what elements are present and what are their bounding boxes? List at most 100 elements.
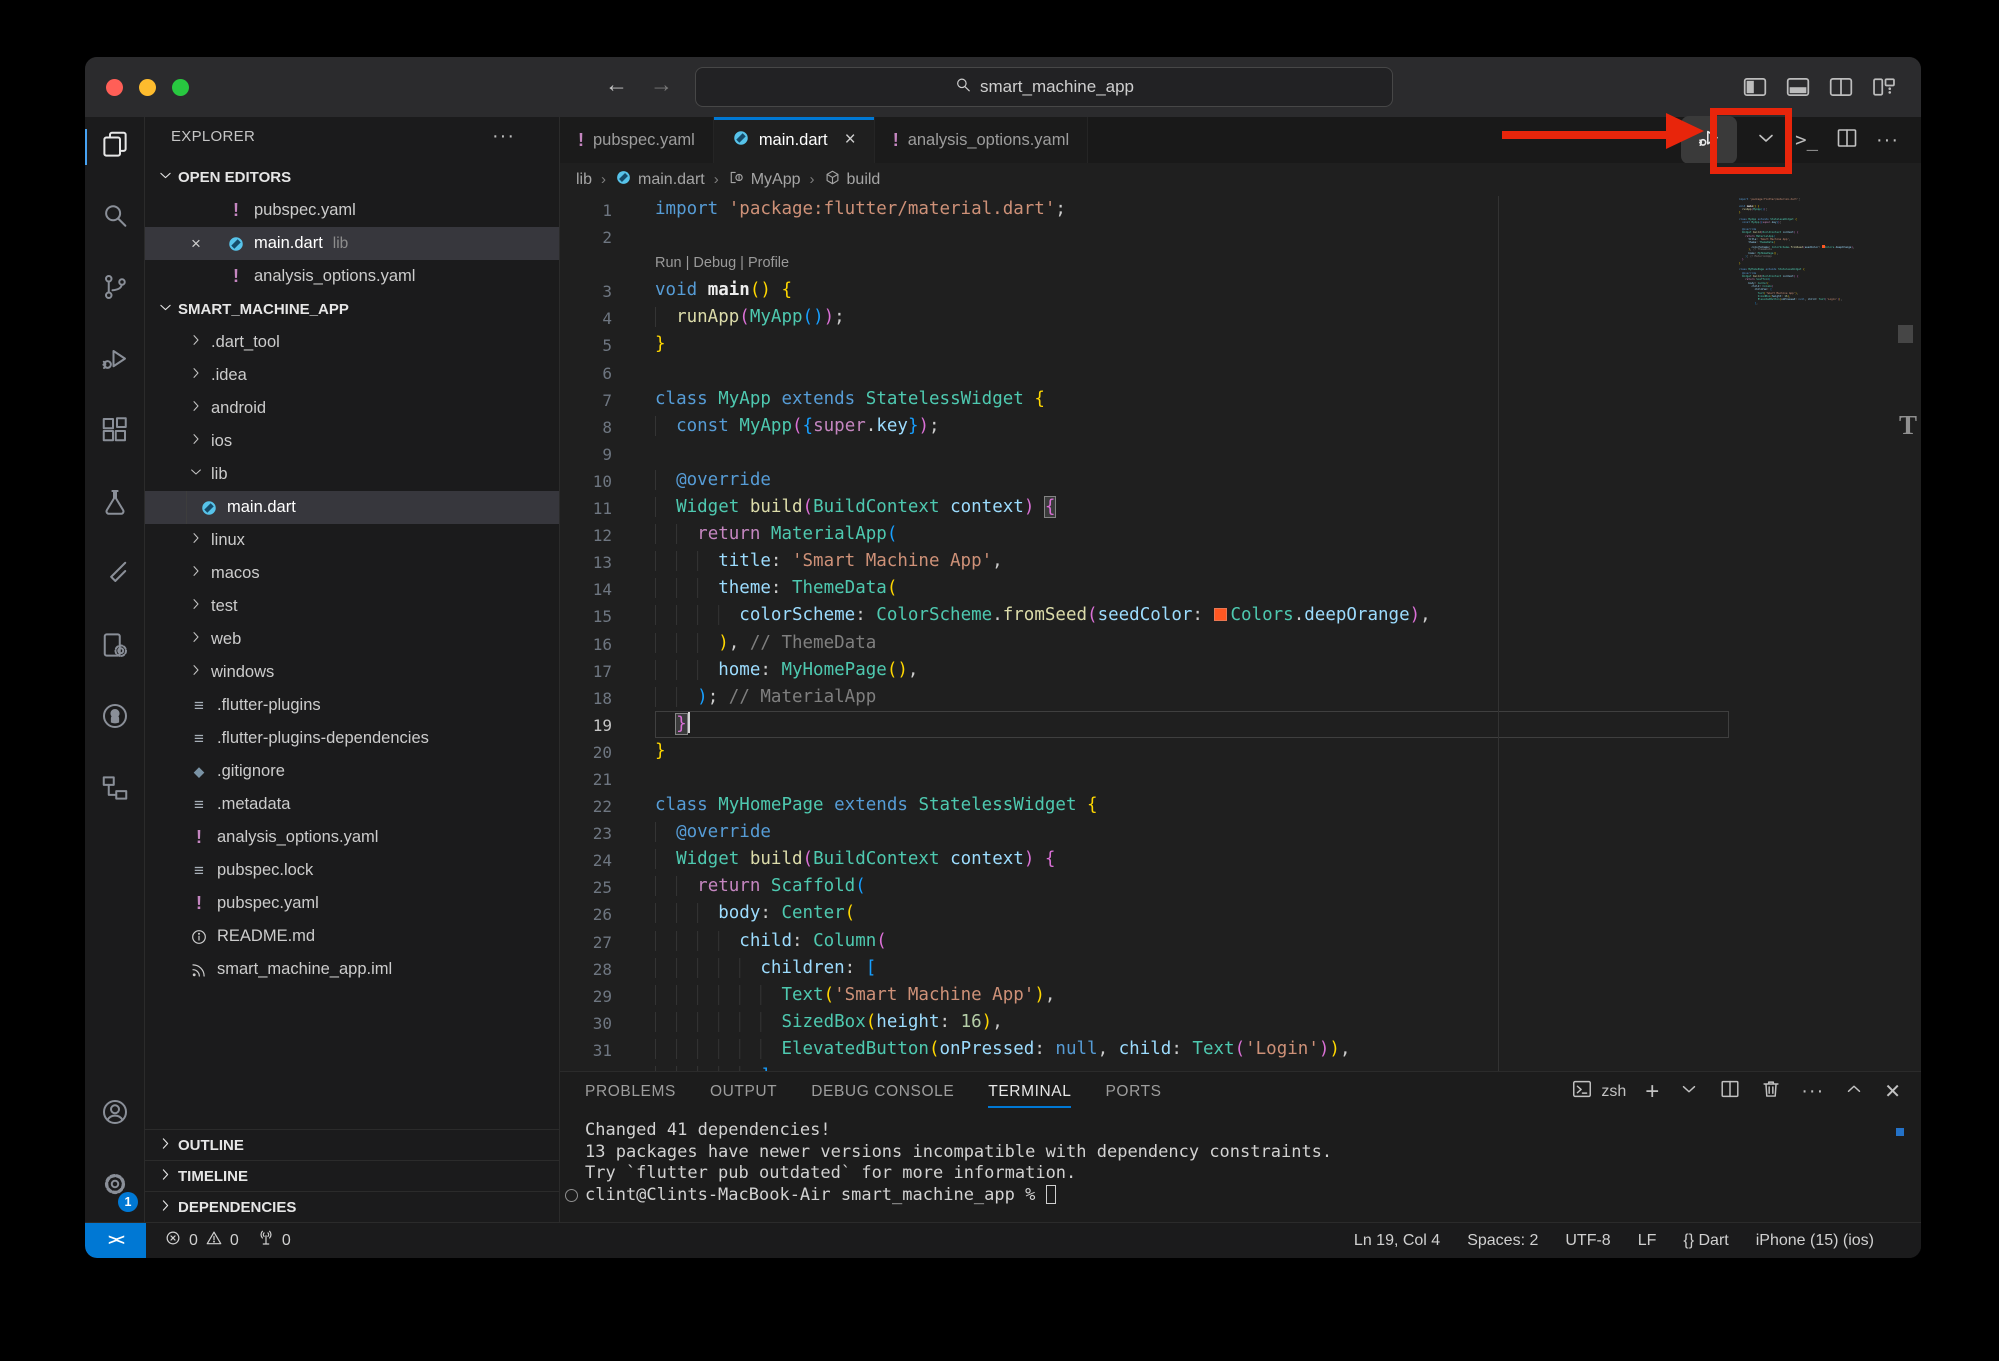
sidebar-section-dependencies[interactable]: DEPENDENCIES — [145, 1191, 559, 1222]
panel-tab-ports[interactable]: PORTS — [1105, 1072, 1161, 1111]
tab-main.dart[interactable]: main.dart× — [714, 117, 875, 163]
tree-item-.flutter-plugins-dependencies[interactable]: ≡.flutter-plugins-dependencies — [145, 722, 559, 755]
panel-more-actions-icon[interactable]: ··· — [1801, 1080, 1824, 1103]
sidebar-section-outline[interactable]: OUTLINE — [145, 1129, 559, 1160]
tree-item-analysis_options.yaml[interactable]: !analysis_options.yaml — [145, 821, 559, 854]
status-spaces-2[interactable]: Spaces: 2 — [1467, 1232, 1538, 1250]
editor-more-actions-icon[interactable]: ··· — [1876, 129, 1899, 152]
command-center-search[interactable]: smart_machine_app — [695, 67, 1393, 107]
status-utf-8[interactable]: UTF-8 — [1565, 1232, 1610, 1250]
zoom-window-button[interactable] — [172, 79, 189, 96]
activitybar-search[interactable] — [85, 183, 144, 255]
split-editor-layout-icon[interactable] — [1828, 74, 1854, 105]
code-text: child: Column( — [655, 928, 887, 955]
tree-item-smart_machine_app.iml[interactable]: smart_machine_app.iml — [145, 953, 559, 986]
tab-pubspec.yaml[interactable]: !pubspec.yaml — [560, 117, 714, 163]
toggle-sidebar-icon[interactable] — [1742, 74, 1768, 105]
terminal-output[interactable]: Changed 41 dependencies!13 packages have… — [560, 1111, 1921, 1206]
breadcrumb-item-lib[interactable]: lib — [576, 171, 592, 189]
toggle-panel-icon[interactable] — [1785, 74, 1811, 105]
back-arrow-icon[interactable]: ← — [605, 71, 628, 98]
tree-item-README.md[interactable]: README.md — [145, 920, 559, 953]
sidebar-section-timeline[interactable]: TIMELINE — [145, 1160, 559, 1191]
tree-item-ios[interactable]: ios — [145, 425, 559, 458]
activitybar-flutter[interactable] — [85, 540, 144, 612]
activitybar-github[interactable] — [85, 683, 144, 755]
split-editor-icon[interactable] — [1835, 126, 1859, 155]
breadcrumb-item-MyApp[interactable]: MyApp — [728, 169, 801, 191]
panel-tab-output[interactable]: OUTPUT — [710, 1072, 777, 1111]
maximize-panel-chevron-icon[interactable] — [1843, 1078, 1865, 1105]
problems-status[interactable]: 0 0 — [164, 1229, 239, 1252]
status-iphone-15-ios-[interactable]: iPhone (15) (ios) — [1756, 1232, 1874, 1250]
tab-analysis_options.yaml[interactable]: !analysis_options.yaml — [875, 117, 1088, 163]
status-ln-19-col-4[interactable]: Ln 19, Col 4 — [1354, 1232, 1440, 1250]
close-panel-icon[interactable]: ✕ — [1884, 1079, 1901, 1104]
remote-indicator[interactable]: >< — [85, 1223, 146, 1258]
activitybar-extensions[interactable] — [85, 397, 144, 469]
activitybar-source-control[interactable] — [85, 254, 144, 326]
tree-item-.metadata[interactable]: ≡.metadata — [145, 788, 559, 821]
panel-tab-terminal[interactable]: TERMINAL — [988, 1072, 1071, 1111]
breadcrumb-item-build[interactable]: build — [824, 169, 881, 191]
hier-icon — [100, 773, 130, 808]
tree-item-web[interactable]: web — [145, 623, 559, 656]
tree-item-windows[interactable]: windows — [145, 656, 559, 689]
terminal-shell-selector[interactable]: zsh — [1571, 1078, 1626, 1105]
open-editor-pubspec.yaml[interactable]: !pubspec.yaml — [145, 194, 559, 227]
forward-arrow-icon[interactable]: → — [650, 71, 673, 98]
tree-item-.idea[interactable]: .idea — [145, 359, 559, 392]
tree-item-test[interactable]: test — [145, 590, 559, 623]
open-editors-section-header[interactable]: OPEN EDITORS — [145, 161, 559, 194]
terminal-dropdown-chevron-icon[interactable] — [1678, 1078, 1700, 1105]
customize-layout-icon[interactable] — [1871, 74, 1897, 105]
breadcrumb-separator: › — [810, 171, 815, 188]
new-terminal-icon[interactable]: + — [1645, 1078, 1659, 1106]
tab-label: analysis_options.yaml — [908, 131, 1069, 150]
tree-item-linux[interactable]: linux — [145, 524, 559, 557]
activitybar-project-tools[interactable] — [85, 612, 144, 684]
tree-item-label: README.md — [217, 927, 315, 946]
tree-item-lib[interactable]: lib — [145, 458, 559, 491]
close-editor-icon[interactable]: × — [191, 234, 225, 254]
activitybar-run-and-debug[interactable] — [85, 326, 144, 398]
kill-terminal-trash-icon[interactable] — [1760, 1078, 1782, 1105]
minimap[interactable]: import 'package:flutter/material.dart';v… — [1735, 198, 1901, 1071]
activitybar-hierarchy[interactable] — [85, 755, 144, 827]
tree-item-pubspec.lock[interactable]: ≡pubspec.lock — [145, 854, 559, 887]
project-section-header[interactable]: SMART_MACHINE_APP — [145, 293, 559, 326]
activitybar-settings[interactable]: 1 — [85, 1151, 144, 1223]
tree-item-label: android — [211, 399, 266, 418]
tree-item-android[interactable]: android — [145, 392, 559, 425]
tree-item-macos[interactable]: macos — [145, 557, 559, 590]
activitybar-explorer[interactable] — [85, 111, 144, 183]
activitybar-testing[interactable] — [85, 469, 144, 541]
minimize-window-button[interactable] — [139, 79, 156, 96]
tree-item-.flutter-plugins[interactable]: ≡.flutter-plugins — [145, 689, 559, 722]
open-editor-main.dart[interactable]: ×main.dartlib — [145, 227, 559, 260]
more-actions-icon[interactable]: ··· — [492, 125, 515, 148]
terminal-prompt[interactable]: clint@Clints-MacBook-Air smart_machine_a… — [585, 1185, 1921, 1207]
status-lf[interactable]: LF — [1638, 1232, 1657, 1250]
open-terminal-icon[interactable]: >_ — [1795, 129, 1818, 151]
panel-tab-debug-console[interactable]: DEBUG CONSOLE — [811, 1072, 954, 1111]
panel-tab-problems[interactable]: PROBLEMS — [585, 1072, 676, 1111]
status--dart[interactable]: {} Dart — [1683, 1232, 1728, 1250]
code-line-21: 21 — [560, 765, 1921, 792]
tree-item-.gitignore[interactable]: ◆.gitignore — [145, 755, 559, 788]
close-window-button[interactable] — [106, 79, 123, 96]
tree-item-.dart_tool[interactable]: .dart_tool — [145, 326, 559, 359]
ports-status[interactable]: 0 — [257, 1229, 291, 1252]
close-tab-icon[interactable]: × — [845, 129, 856, 151]
activitybar-accounts[interactable] — [85, 1079, 144, 1151]
open-editor-analysis_options.yaml[interactable]: !analysis_options.yaml — [145, 260, 559, 293]
breadcrumb-item-main.dart[interactable]: main.dart — [615, 169, 705, 191]
chevron-down-icon — [157, 167, 174, 188]
codelens[interactable]: Run | Debug | Profile — [560, 250, 1921, 277]
tree-item-pubspec.yaml[interactable]: !pubspec.yaml — [145, 887, 559, 920]
chevron-right-icon — [157, 1135, 174, 1156]
tree-item-main.dart[interactable]: main.dart — [145, 491, 559, 524]
split-terminal-icon[interactable] — [1719, 1078, 1741, 1105]
scrollbar-thumb[interactable] — [1898, 325, 1913, 343]
code-editor[interactable]: 1import 'package:flutter/material.dart';… — [560, 196, 1921, 1071]
